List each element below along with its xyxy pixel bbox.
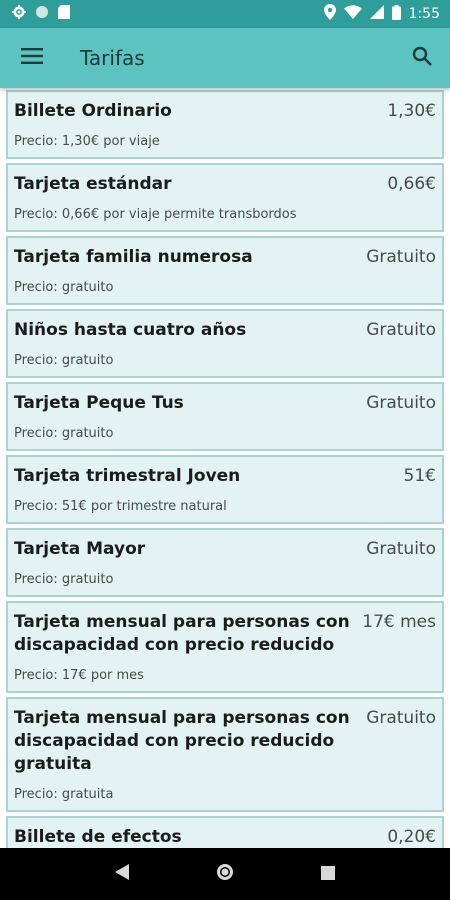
back-button[interactable] [102,854,142,894]
fare-detail: Precio: 17€ por mes [14,668,144,683]
fare-price: Gratuito [366,320,436,340]
status-time: 1:55 [408,6,440,22]
search-button[interactable] [394,28,450,88]
fare-title: Billete Ordinario [14,101,172,121]
fare-card[interactable]: Tarjeta Mayor Gratuito Precio: gratuito [6,528,444,597]
fare-detail: Precio: 0,66€ por viaje permite transbor… [14,207,297,222]
menu-icon [21,48,43,68]
fare-card[interactable]: Tarjeta mensual para personas con discap… [6,697,444,812]
fare-detail: Precio: 51€ por trimestre natural [14,499,227,514]
fare-title: Billete de efectos [14,827,182,847]
fare-price: Gratuito [366,708,436,728]
fare-price: 0,66€ [387,174,436,194]
fare-detail: Precio: gratuito [14,572,114,587]
location-icon [323,4,336,24]
menu-button[interactable] [0,28,64,88]
fare-price: 1,30€ [387,101,436,121]
home-icon [215,862,235,886]
status-bar: 1:55 [0,0,450,28]
fare-card[interactable]: Billete de efectos 0,20€ [6,816,444,848]
recents-icon [321,865,336,884]
signal-icon [369,5,384,23]
fare-title: Tarjeta Peque Tus [14,393,184,413]
app-bar: Tarifas [0,28,450,88]
sd-card-icon [58,5,70,23]
system-nav-bar [0,848,450,900]
fare-price: Gratuito [366,247,436,267]
recents-button[interactable] [308,854,348,894]
status-left [12,5,70,23]
fares-list[interactable]: Billete Ordinario 1,30€ Precio: 1,30€ po… [0,88,450,848]
fare-price: Gratuito [366,539,436,559]
circle-icon [35,5,49,23]
fare-detail: Precio: 1,30€ por viaje [14,134,160,149]
fare-price: 17€ mes [362,612,436,632]
page-title: Tarifas [80,46,145,70]
fare-price: 51€ [403,466,436,486]
fare-price: 0,20€ [387,827,436,847]
search-icon [412,46,432,70]
fare-detail: Precio: gratuito [14,426,114,441]
fare-detail: Precio: gratuito [14,280,114,295]
wifi-icon [343,5,362,23]
gear-icon [12,5,26,23]
fare-card[interactable]: Billete Ordinario 1,30€ Precio: 1,30€ po… [6,90,444,159]
fare-title: Tarjeta mensual para personas con discap… [14,708,350,774]
battery-icon [391,4,401,24]
fare-card[interactable]: Tarjeta estándar 0,66€ Precio: 0,66€ por… [6,163,444,232]
fare-title: Tarjeta Mayor [14,539,146,559]
home-button[interactable] [205,854,245,894]
fare-card[interactable]: Niños hasta cuatro años Gratuito Precio:… [6,309,444,378]
fare-card[interactable]: Tarjeta mensual para personas con discap… [6,601,444,693]
fare-title: Tarjeta estándar [14,174,172,194]
fare-card[interactable]: Tarjeta Peque Tus Gratuito Precio: gratu… [6,382,444,451]
fare-title: Niños hasta cuatro años [14,320,247,340]
fare-title: Tarjeta mensual para personas con discap… [14,612,350,655]
fare-card[interactable]: Tarjeta familia numerosa Gratuito Precio… [6,236,444,305]
back-icon [114,864,129,884]
fare-price: Gratuito [366,393,436,413]
fare-detail: Precio: gratuito [14,353,114,368]
fare-title: Tarjeta familia numerosa [14,247,253,267]
fare-title: Tarjeta trimestral Joven [14,466,241,486]
fare-card[interactable]: Tarjeta trimestral Joven 51€ Precio: 51€… [6,455,444,524]
status-right: 1:55 [323,4,440,24]
fare-detail: Precio: gratuita [14,787,114,802]
